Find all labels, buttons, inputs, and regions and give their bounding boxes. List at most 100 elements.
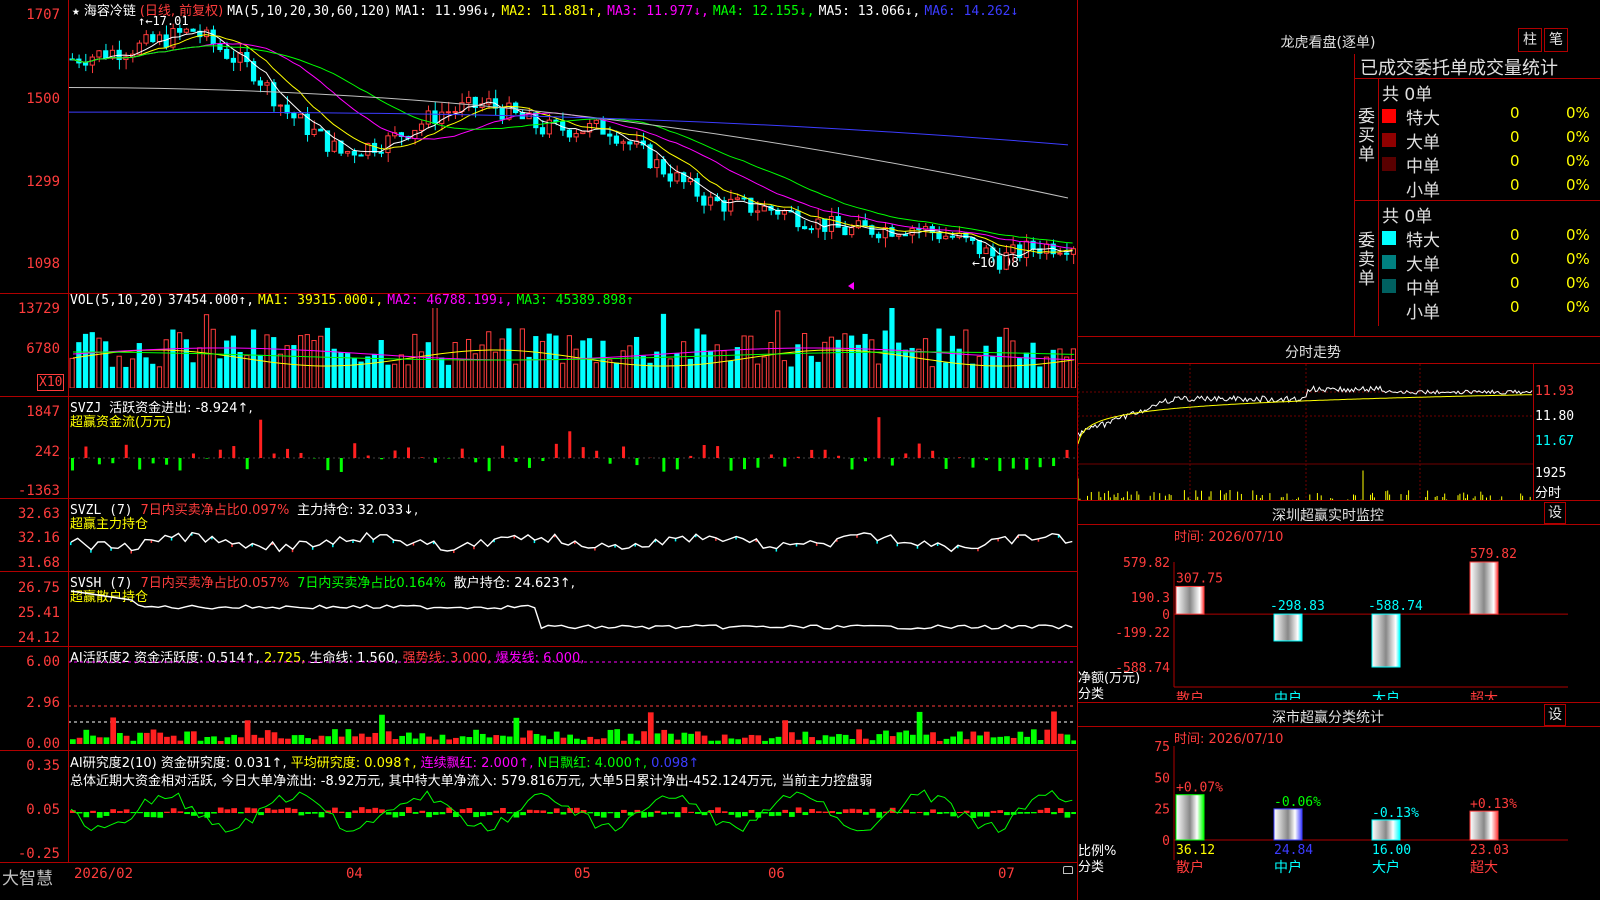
activity-bar xyxy=(70,739,76,744)
monitor-settings-button[interactable]: 设 xyxy=(1544,502,1566,524)
svsh-axis-low: 24.12 xyxy=(17,630,60,646)
activity-bar xyxy=(802,731,809,744)
flow-bar xyxy=(769,454,773,458)
research-bar xyxy=(876,812,883,818)
activity-bar xyxy=(117,732,123,744)
ma-label: MA(5,10,20,30,60,120) xyxy=(227,4,392,19)
candle xyxy=(580,131,586,135)
candle xyxy=(976,239,982,255)
volume-chart[interactable] xyxy=(68,308,1076,388)
volume-bar xyxy=(439,357,445,388)
research-bar xyxy=(211,812,217,814)
volume-bar xyxy=(183,339,189,388)
volume-bar xyxy=(378,340,384,388)
flow-bar xyxy=(380,458,384,460)
volume-bar xyxy=(82,333,89,388)
volume-bar xyxy=(533,336,539,388)
activity-bar xyxy=(983,731,990,744)
research-bar xyxy=(385,812,392,815)
volume-bar xyxy=(311,340,317,388)
research-bar xyxy=(412,812,419,814)
activity-bar xyxy=(1017,731,1024,744)
dragon-tick-button[interactable]: 笔 xyxy=(1544,28,1568,52)
order-count: 0 xyxy=(1510,250,1520,268)
candle xyxy=(1023,240,1029,259)
candle xyxy=(264,82,270,86)
monitor-category: 大户 xyxy=(1372,690,1400,700)
volume-bar xyxy=(849,335,855,388)
activity-bar xyxy=(829,736,836,744)
research-bar xyxy=(916,811,923,813)
classify-axis-tick: 0 xyxy=(1162,834,1170,849)
main-chart-area[interactable]: ★ 海容冷链 (日线, 前复权) MA(5,10,20,30,60,120) MA1: … xyxy=(0,0,1077,900)
activity-bar xyxy=(910,734,916,744)
activity-bar xyxy=(264,730,271,744)
classify-title: 深市超赢分类统计 xyxy=(1272,710,1384,726)
intraday-chart[interactable] xyxy=(1078,364,1534,500)
activity-bar xyxy=(809,737,815,744)
activity-bar xyxy=(211,736,217,744)
research-bar xyxy=(311,812,318,814)
classify-chart[interactable]: 75 50 25 0 +0.07% 36.12散户 -0.06% 24.84中户 -0.13% 1… xyxy=(1078,740,1600,900)
monitor-chart[interactable]: 579.82 190.3 0 -199.22 -588.74 307.75 散户 -298.8… xyxy=(1078,540,1600,700)
research-bar xyxy=(869,808,876,813)
volume-bar xyxy=(674,353,680,388)
research-bar xyxy=(930,809,936,813)
research-bar xyxy=(694,812,701,814)
candle xyxy=(358,154,364,157)
flow-bar xyxy=(595,450,599,458)
flow-bar xyxy=(823,449,827,458)
research-bar xyxy=(782,809,789,813)
classify-settings-button[interactable]: 设 xyxy=(1544,704,1566,726)
activity-bar xyxy=(352,736,358,744)
ai-active-chart[interactable] xyxy=(68,660,1076,748)
dragon-left-line xyxy=(1354,54,1355,336)
candle xyxy=(781,210,788,215)
svzj-chart[interactable] xyxy=(68,400,1076,498)
candle xyxy=(607,133,613,137)
svzl-chart[interactable] xyxy=(68,510,1076,570)
flow-bar xyxy=(689,455,693,458)
volume-bar xyxy=(465,338,472,388)
svsh-chart[interactable] xyxy=(68,585,1076,645)
flow-bar xyxy=(810,449,814,458)
ai-research-chart[interactable] xyxy=(68,770,1076,862)
research-bar xyxy=(728,812,735,815)
color-swatch xyxy=(1382,109,1396,123)
sell-total: 共 0单 xyxy=(1382,207,1433,227)
volume-bar xyxy=(210,328,216,388)
svzj-axis-low: -1363 xyxy=(17,483,60,499)
candle xyxy=(96,50,102,58)
research-bar xyxy=(117,811,123,813)
order-type-label: 特大 xyxy=(1406,109,1440,129)
candle xyxy=(734,197,741,200)
flow-bar xyxy=(191,453,195,458)
activity-bar xyxy=(365,736,372,744)
divider-svsh-ai xyxy=(0,646,1077,647)
activity-bar xyxy=(244,720,251,744)
svzj-axis-high: 1847 xyxy=(26,404,60,420)
dragon-bar-button[interactable]: 柱 xyxy=(1518,28,1542,52)
activity-bar xyxy=(560,737,567,744)
activity-bar xyxy=(130,740,137,744)
activity-bar xyxy=(412,738,419,744)
stock-name[interactable]: 海容冷链 xyxy=(84,4,136,19)
price-chart[interactable] xyxy=(68,18,1076,293)
flow-bar xyxy=(353,443,357,458)
volume-bar xyxy=(345,353,351,388)
research-bar xyxy=(298,812,305,816)
ai-research-axis-mid: 0.05 xyxy=(26,802,60,818)
classify-title-line xyxy=(1078,726,1600,727)
activity-bar xyxy=(76,737,83,744)
svzl-line xyxy=(70,531,1073,553)
classify-category: 大户 xyxy=(1372,859,1400,876)
volume-bar xyxy=(284,345,290,388)
flow-bar xyxy=(366,455,370,458)
volume-bar xyxy=(822,341,828,388)
flow-bar xyxy=(635,458,639,466)
research-bar xyxy=(540,810,547,813)
volume-bar xyxy=(506,328,512,388)
research-bar xyxy=(459,809,466,813)
research-bar xyxy=(345,812,352,818)
activity-bar xyxy=(170,735,177,744)
